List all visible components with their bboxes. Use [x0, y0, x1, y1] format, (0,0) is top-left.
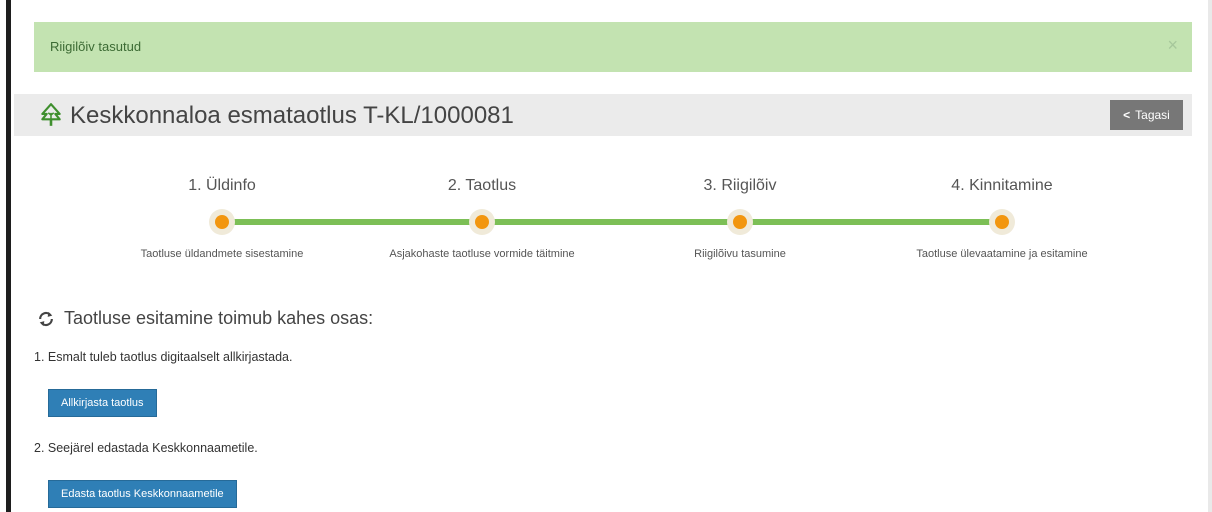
section-heading: Taotluse esitamine toimub kahes osas: — [36, 308, 373, 329]
instruction-step-2: 2. Seejärel edastada Keskkonnaametile. — [34, 441, 258, 455]
step-dot — [209, 209, 235, 235]
step-title: 4. Kinnitamine — [951, 177, 1053, 194]
progress-stepper: 1. Üldinfo Taotluse üldandmete sisestami… — [0, 160, 1212, 270]
step-description: Riigilõivu tasumine — [694, 248, 786, 260]
chevron-left-icon: < — [1123, 108, 1131, 122]
step-title: 2. Taotlus — [447, 177, 517, 194]
sign-application-button[interactable]: Allkirjasta taotlus — [48, 389, 157, 417]
step-description: Taotluse üldandmete sisestamine — [140, 248, 304, 260]
refresh-icon — [39, 311, 53, 326]
step-dot — [727, 209, 753, 235]
progress-line — [222, 219, 1002, 225]
step-title: 3. Riigilõiv — [703, 177, 777, 194]
back-button[interactable]: < Tagasi — [1110, 100, 1183, 130]
section-title: Taotluse esitamine toimub kahes osas: — [64, 308, 374, 328]
step-description: Asjakohaste taotluse vormide täitmine — [389, 248, 575, 260]
instruction-step-1: 1. Esmalt tuleb taotlus digitaalselt all… — [34, 350, 293, 364]
back-button-label: Tagasi — [1135, 108, 1170, 122]
success-alert: Riigilõiv tasutud × — [34, 22, 1192, 72]
alert-message: Riigilõiv tasutud — [50, 39, 142, 54]
step-title: 1. Üldinfo — [188, 177, 256, 194]
tree-icon — [41, 103, 61, 126]
forward-application-button[interactable]: Edasta taotlus Keskkonnaametile — [48, 480, 237, 508]
step-dot — [989, 209, 1015, 235]
close-icon[interactable]: × — [1167, 36, 1178, 54]
page-title: Keskkonnaloa esmataotlus T-KL/1000081 — [70, 102, 514, 129]
page-header: Keskkonnaloa esmataotlus T-KL/1000081 < … — [14, 94, 1192, 136]
step-dot — [469, 209, 495, 235]
step-description: Taotluse ülevaatamine ja esitamine — [916, 248, 1088, 260]
